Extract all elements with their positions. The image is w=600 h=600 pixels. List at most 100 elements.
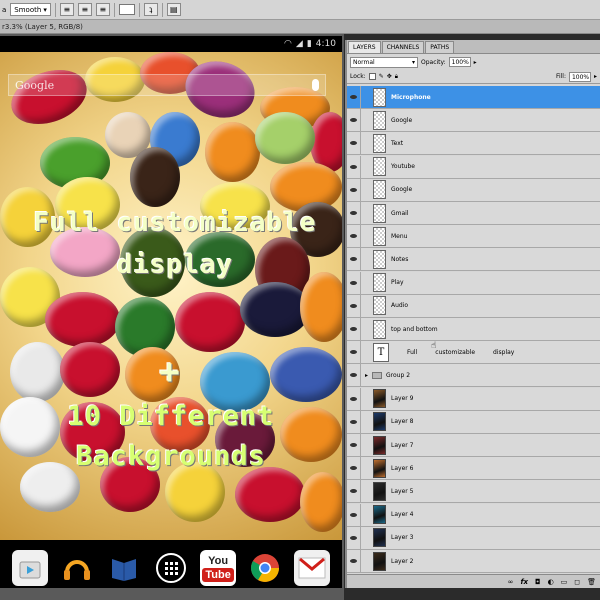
antialias-select[interactable]: Smooth ▾	[10, 3, 51, 16]
layer-row[interactable]: Menu	[347, 225, 600, 249]
layer-row[interactable]: Text	[347, 132, 600, 156]
battery-icon: ▮	[306, 39, 312, 49]
visibility-eye-icon[interactable]	[347, 480, 361, 503]
adjustment-icon[interactable]: ◐	[548, 578, 554, 586]
visibility-eye-icon[interactable]	[347, 410, 361, 433]
visibility-eye-icon[interactable]	[347, 132, 361, 155]
visibility-eye-icon[interactable]	[347, 387, 361, 410]
visibility-eye-icon[interactable]	[347, 364, 361, 387]
warp-text-button[interactable]: ʇ	[143, 3, 158, 16]
fill-arrow-icon[interactable]: ▸	[594, 73, 597, 80]
visibility-eye-icon[interactable]	[347, 434, 361, 456]
separator	[161, 2, 163, 17]
character-panel-button[interactable]: ▤	[166, 3, 181, 16]
visibility-eye-icon[interactable]	[347, 550, 361, 572]
tab-layers[interactable]: LAYERS	[348, 41, 381, 53]
google-search-bar[interactable]: Google	[8, 74, 326, 96]
apps-drawer-icon[interactable]	[153, 550, 189, 586]
eye-shape	[350, 419, 357, 424]
layer-row[interactable]: Layer 7	[347, 434, 600, 457]
text-layer-icon: T	[373, 342, 389, 362]
layer-row[interactable]: Youtube	[347, 155, 600, 179]
fill-field[interactable]: 100%	[568, 71, 591, 82]
panel-footer: ∞ fx ◘ ◐ ▭ ◻ 🗑︎	[347, 574, 600, 588]
align-right-button[interactable]: ≡	[95, 3, 110, 16]
layer-row[interactable]: Google	[347, 178, 600, 202]
lock-all-icon[interactable]: 🔒︎	[395, 73, 398, 81]
layer-row[interactable]: Layer 3	[347, 526, 600, 550]
visibility-eye-icon[interactable]	[347, 155, 361, 178]
layer-row[interactable]: top and bottom	[347, 318, 600, 341]
play-music-icon[interactable]	[59, 550, 95, 586]
app-dock: You Tube	[0, 540, 342, 588]
panel-tabs: LAYERS CHANNELS PATHS	[347, 40, 600, 54]
visibility-eye-icon[interactable]	[347, 318, 361, 340]
blend-mode-select[interactable]: Normal ▾	[350, 56, 418, 68]
layers-panel: LAYERS CHANNELS PATHS Normal ▾ Opacity: 1…	[345, 40, 600, 588]
folder-icon[interactable]: ▭	[561, 578, 568, 586]
chrome-icon[interactable]	[247, 550, 283, 586]
layer-row[interactable]: Audio	[347, 294, 600, 318]
visibility-eye-icon[interactable]	[347, 178, 361, 201]
play-books-icon[interactable]	[106, 550, 142, 586]
visibility-eye-icon[interactable]	[347, 202, 361, 224]
layer-row[interactable]: Gmail	[347, 202, 600, 225]
group-expand-icon[interactable]: ▸	[365, 372, 368, 379]
align-left-icon: ≡	[63, 5, 71, 14]
gmail-icon[interactable]	[294, 550, 331, 586]
chevron-down-icon: ▾	[43, 5, 47, 14]
visibility-eye-icon[interactable]	[347, 248, 361, 271]
visibility-eye-icon[interactable]	[347, 457, 361, 480]
eye-shape	[350, 327, 357, 331]
microphone-icon[interactable]	[312, 79, 319, 91]
lock-transparent-icon[interactable]	[368, 73, 376, 80]
visibility-eye-icon[interactable]	[347, 503, 361, 526]
visibility-eye-icon[interactable]	[347, 341, 361, 364]
opacity-field[interactable]: 100%	[448, 57, 471, 67]
play-store-icon[interactable]	[11, 550, 48, 586]
trash-icon[interactable]: 🗑︎	[587, 578, 596, 586]
phone-canvas[interactable]: ◠ ◢ ▮ 4:10 Google Full customizable disp…	[0, 36, 342, 588]
layer-thumbnail	[373, 319, 386, 339]
align-left-button[interactable]: ≡	[59, 3, 74, 16]
folder-icon	[372, 371, 383, 379]
layer-row[interactable]: Play	[347, 271, 600, 295]
visibility-eye-icon[interactable]	[347, 271, 361, 294]
link-icon[interactable]: ∞	[508, 578, 514, 586]
layer-row[interactable]: Notes	[347, 248, 600, 272]
new-layer-icon[interactable]: ◻	[574, 578, 580, 586]
fx-icon[interactable]: fx	[520, 578, 528, 586]
layer-group-row[interactable]: ▸ Group 2	[347, 364, 600, 388]
document-tab[interactable]: r3.3% (Layer 5, RGB/8)	[0, 20, 600, 34]
youtube-icon[interactable]: You Tube	[200, 550, 237, 586]
text-color-swatch[interactable]	[118, 4, 135, 15]
layer-row[interactable]: Layer 9	[347, 387, 600, 411]
layer-row[interactable]: Microphone	[347, 86, 600, 109]
layer-thumbnail	[373, 157, 386, 177]
tab-paths[interactable]: PATHS	[425, 41, 455, 53]
eye-shape	[350, 443, 357, 447]
eye-shape	[350, 95, 357, 99]
options-bar: a Smooth ▾ ≡ ≡ ≡ ʇ ▤	[0, 0, 600, 20]
opacity-arrow-icon[interactable]: ▸	[474, 59, 477, 66]
layer-row[interactable]: T Full customizable display	[347, 341, 600, 365]
layer-row[interactable]: Google	[347, 109, 600, 133]
layer-row[interactable]: Layer 6	[347, 457, 600, 481]
bean	[45, 292, 120, 347]
visibility-eye-icon[interactable]	[347, 294, 361, 317]
lock-paint-icon[interactable]: ✎	[379, 73, 384, 80]
visibility-eye-icon[interactable]	[347, 526, 361, 549]
layer-row[interactable]: Layer 2	[347, 550, 600, 573]
visibility-eye-icon[interactable]	[347, 109, 361, 132]
layer-row[interactable]: Layer 4	[347, 503, 600, 527]
mask-icon[interactable]: ◘	[535, 578, 541, 586]
layer-row[interactable]: Layer 5	[347, 480, 600, 504]
layer-name: Microphone	[391, 93, 431, 101]
visibility-eye-icon[interactable]	[347, 225, 361, 248]
tab-channels[interactable]: CHANNELS	[381, 41, 425, 53]
layer-thumbnail	[373, 203, 386, 223]
align-center-button[interactable]: ≡	[77, 3, 92, 16]
visibility-eye-icon[interactable]	[347, 86, 361, 108]
layer-row[interactable]: Layer 8	[347, 410, 600, 434]
lock-move-icon[interactable]: ✥	[387, 73, 392, 80]
